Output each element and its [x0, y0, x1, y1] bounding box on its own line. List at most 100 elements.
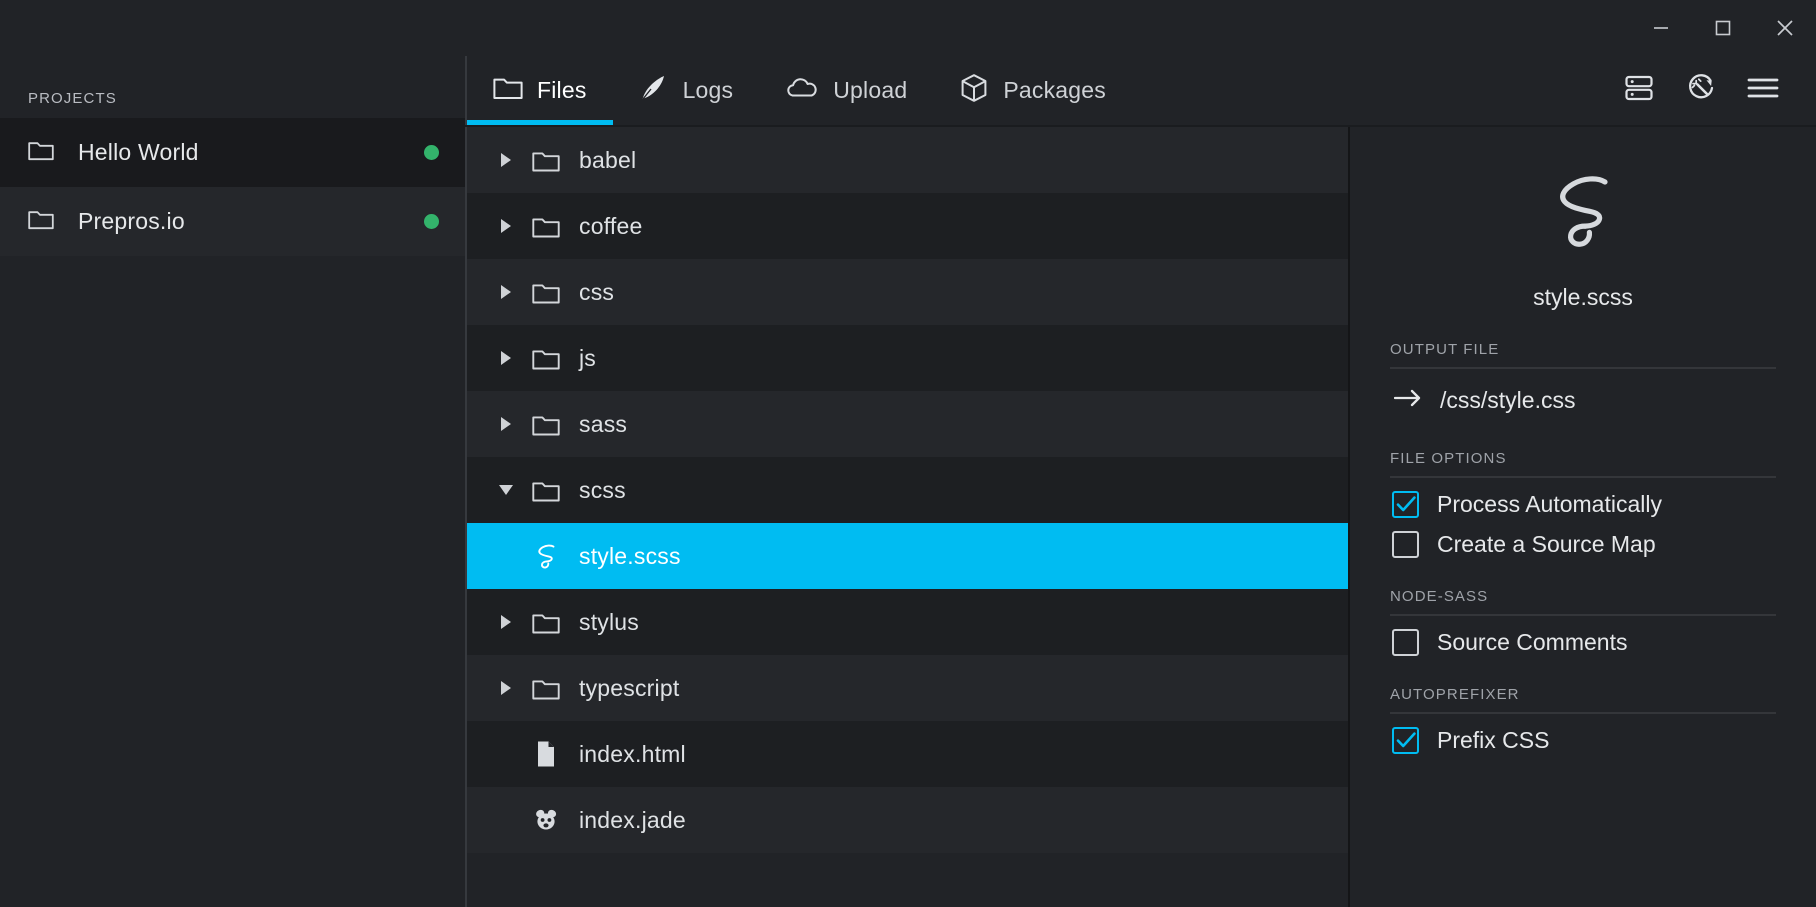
checkbox-checked-icon[interactable]	[1392, 727, 1419, 754]
title-bar	[0, 0, 1816, 56]
tree-row-style-scss[interactable]: style.scss	[467, 523, 1348, 589]
checkbox-unchecked-icon[interactable]	[1392, 629, 1419, 656]
content-panes: babel coffee css js sass scss style.scss…	[465, 125, 1816, 907]
folder-icon	[523, 677, 569, 700]
window-body: PROJECTS Hello World Prepros.io Files Lo…	[0, 56, 1816, 907]
toolbar-buttons	[1608, 56, 1816, 125]
chevron-right-icon[interactable]	[489, 613, 523, 631]
folder-icon	[28, 139, 54, 166]
folder-icon	[523, 479, 569, 502]
option-label: Source Comments	[1437, 629, 1628, 655]
tab-bar-spacer	[1132, 56, 1608, 125]
tree-row-sass[interactable]: sass	[467, 391, 1348, 457]
chevron-right-icon[interactable]	[489, 415, 523, 433]
folder-icon	[523, 347, 569, 370]
checkbox-unchecked-icon[interactable]	[1392, 531, 1419, 558]
tab-label: Packages	[1003, 77, 1106, 103]
main-area: Files Logs Upload Packages babel coffee …	[465, 56, 1816, 907]
inspector-filename: style.scss	[1533, 284, 1633, 310]
section-title-file-options: FILE OPTIONS	[1390, 450, 1776, 478]
project-label: Hello World	[78, 139, 199, 165]
file-inspector: style.scss OUTPUT FILE /css/style.css FI…	[1350, 127, 1816, 907]
sidebar-item-prepros-io[interactable]: Prepros.io	[0, 187, 465, 256]
sass-icon	[523, 541, 569, 571]
checkbox-checked-icon[interactable]	[1392, 491, 1419, 518]
folder-icon	[523, 281, 569, 304]
tree-row-label: typescript	[579, 674, 680, 701]
tree-row-css[interactable]: css	[467, 259, 1348, 325]
tab-packages[interactable]: Packages	[933, 56, 1132, 125]
tab-label: Files	[537, 77, 587, 103]
tree-row-label: index.jade	[579, 806, 686, 833]
tree-row-index-html[interactable]: index.html	[467, 721, 1348, 787]
chevron-right-icon[interactable]	[489, 283, 523, 301]
tab-label: Logs	[682, 77, 734, 103]
option-source-comments[interactable]: Source Comments	[1390, 616, 1776, 656]
tree-row-label: babel	[579, 146, 637, 173]
folder-icon	[523, 413, 569, 436]
tab-label: Upload	[833, 77, 908, 103]
close-button[interactable]	[1754, 0, 1816, 56]
tree-row-js[interactable]: js	[467, 325, 1348, 391]
magic-wand-refresh-icon	[1683, 70, 1719, 111]
minimize-button[interactable]	[1630, 0, 1692, 56]
tree-row-scss[interactable]: scss	[467, 457, 1348, 523]
section-title-node-sass: NODE-SASS	[1390, 588, 1776, 616]
tree-row-label: coffee	[579, 212, 643, 239]
maximize-button[interactable]	[1692, 0, 1754, 56]
sass-icon	[1544, 165, 1622, 262]
tree-row-typescript[interactable]: typescript	[467, 655, 1348, 721]
tab-logs[interactable]: Logs	[613, 56, 760, 125]
option-process-automatically[interactable]: Process Automatically	[1390, 478, 1776, 518]
sidebar-item-hello-world[interactable]: Hello World	[0, 118, 465, 187]
status-dot-online	[424, 145, 439, 160]
chevron-right-icon[interactable]	[489, 349, 523, 367]
menu-button[interactable]	[1732, 56, 1794, 125]
section-title-autoprefixer: AUTOPREFIXER	[1390, 686, 1776, 714]
file-icon	[523, 740, 569, 768]
folder-icon	[523, 149, 569, 172]
folder-icon	[523, 215, 569, 238]
option-label: Create a Source Map	[1437, 531, 1656, 557]
output-file-row[interactable]: /css/style.css	[1390, 369, 1776, 420]
tab-files[interactable]: Files	[467, 56, 613, 125]
tree-row-label: stylus	[579, 608, 639, 635]
server-icon	[1622, 71, 1656, 110]
tree-row-label: css	[579, 278, 615, 305]
option-create-a-source-map[interactable]: Create a Source Map	[1390, 518, 1776, 558]
jade-pug-icon	[523, 807, 569, 833]
tree-row-babel[interactable]: babel	[467, 127, 1348, 193]
close-icon	[1777, 20, 1793, 36]
section-title-output-file: OUTPUT FILE	[1390, 341, 1776, 369]
chevron-right-icon[interactable]	[489, 217, 523, 235]
tree-row-coffee[interactable]: coffee	[467, 193, 1348, 259]
tree-row-label: js	[579, 344, 597, 371]
project-label: Prepros.io	[78, 208, 185, 234]
maximize-icon	[1715, 20, 1731, 36]
chevron-right-icon[interactable]	[489, 151, 523, 169]
option-label: Process Automatically	[1437, 491, 1662, 517]
option-prefix-css[interactable]: Prefix CSS	[1390, 714, 1776, 754]
server-button[interactable]	[1608, 56, 1670, 125]
tab-upload[interactable]: Upload	[759, 56, 933, 125]
output-file-path: /css/style.css	[1440, 387, 1576, 413]
chevron-down-icon[interactable]	[489, 482, 523, 498]
minimize-icon	[1654, 27, 1668, 29]
feather-icon	[639, 74, 669, 108]
process-button[interactable]	[1670, 56, 1732, 125]
folder-icon	[523, 611, 569, 634]
tree-row-label: scss	[579, 476, 626, 503]
chevron-right-icon[interactable]	[489, 679, 523, 697]
tree-row-label: style.scss	[579, 542, 681, 569]
file-tree: babel coffee css js sass scss style.scss…	[465, 127, 1350, 907]
tree-row-label: index.html	[579, 740, 686, 767]
package-icon	[959, 73, 989, 109]
cloud-icon	[785, 76, 819, 106]
arrow-right-icon	[1393, 388, 1422, 413]
inspector-hero: style.scss	[1390, 127, 1776, 311]
hamburger-menu-icon	[1745, 73, 1781, 108]
tab-list: Files Logs Upload Packages	[467, 56, 1132, 125]
tree-row-stylus[interactable]: stylus	[467, 589, 1348, 655]
sidebar-empty-area	[0, 256, 465, 907]
tree-row-index-jade[interactable]: index.jade	[467, 787, 1348, 853]
